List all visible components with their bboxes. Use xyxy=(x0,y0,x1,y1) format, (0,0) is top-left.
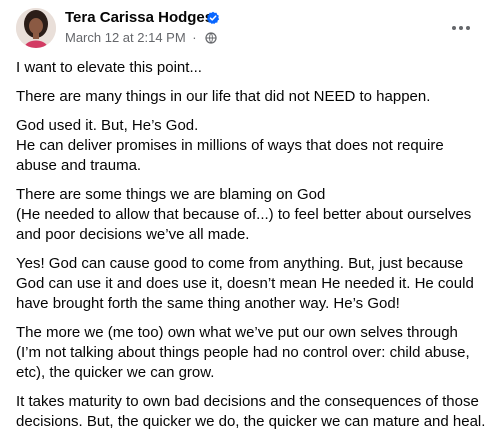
post-text-line: I want to elevate this point... xyxy=(16,59,202,76)
post-header: Tera Carissa Hodges March 12 at 2:14 PM … xyxy=(0,0,499,58)
post-paragraph-2: There are many things in our life that d… xyxy=(16,87,488,107)
post-body: I want to elevate this point... There ar… xyxy=(16,58,488,441)
metadata-separator: · xyxy=(192,30,197,45)
more-options-button[interactable] xyxy=(443,10,479,46)
post-paragraph-1: I want to elevate this point... xyxy=(16,58,488,78)
post-paragraph-6: The more we (me too) own what we’ve put … xyxy=(16,323,488,383)
post-text-line: There are many things in our life that d… xyxy=(16,88,431,105)
post-text-line: He can deliver promises in millions of w… xyxy=(16,137,444,174)
post-text-line: Yes! God can cause good to come from any… xyxy=(16,255,474,312)
post-text-line: God used it. But, He’s God. xyxy=(16,117,199,134)
post-paragraph-5: Yes! God can cause good to come from any… xyxy=(16,254,488,314)
post-text-line: There are some things we are blaming on … xyxy=(16,186,326,203)
post-text-line: It takes maturity to own bad decisions a… xyxy=(16,393,486,430)
avatar-image xyxy=(16,8,56,48)
post-paragraph-4: There are some things we are blaming on … xyxy=(16,185,488,245)
profile-avatar[interactable] xyxy=(16,8,56,48)
author-name[interactable]: Tera Carissa Hodges xyxy=(65,9,213,27)
more-options-dot xyxy=(466,26,470,30)
facebook-post: Tera Carissa Hodges March 12 at 2:14 PM … xyxy=(0,0,499,430)
post-paragraph-3: God used it. But, He’s God. He can deliv… xyxy=(16,116,488,176)
more-options-dot xyxy=(459,26,463,30)
more-options-dot xyxy=(452,26,456,30)
post-text-line: The more we (me too) own what we’ve put … xyxy=(16,324,458,341)
post-text-line: (He needed to allow that because of...) … xyxy=(16,206,472,243)
verified-badge-icon xyxy=(206,11,220,25)
post-timestamp[interactable]: March 12 at 2:14 PM xyxy=(65,30,186,45)
post-paragraph-7: It takes maturity to own bad decisions a… xyxy=(16,392,488,432)
post-metadata: March 12 at 2:14 PM · xyxy=(65,30,217,46)
globe-icon[interactable] xyxy=(205,32,217,44)
post-text-line: (I’m not talking about things people had… xyxy=(16,344,470,381)
